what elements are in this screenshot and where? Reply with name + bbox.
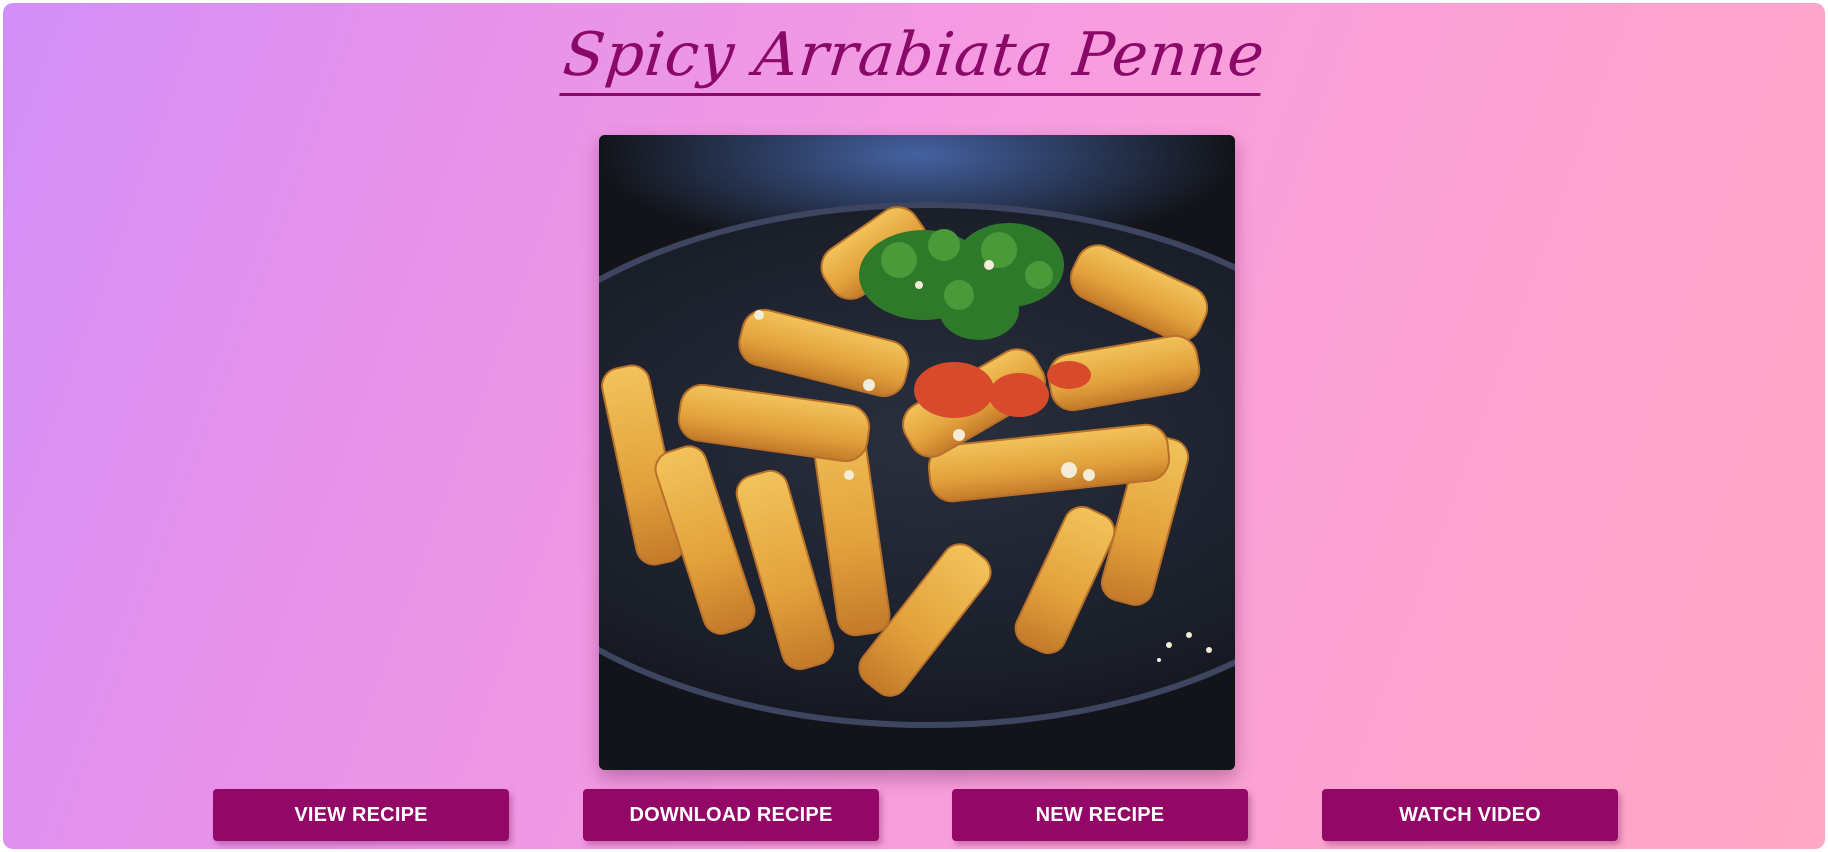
pasta-illustration — [599, 135, 1235, 770]
new-recipe-button[interactable]: NEW RECIPE — [952, 789, 1248, 841]
app-background: Spicy Arrabiata Penne VIEW RECIPE DOWNLO… — [3, 3, 1825, 849]
action-buttons: VIEW RECIPE DOWNLOAD RECIPE NEW RECIPE W… — [3, 789, 1825, 843]
recipe-title: Spicy Arrabiata Penne — [3, 20, 1825, 96]
recipe-image — [599, 135, 1235, 770]
recipe-title-text: Spicy Arrabiata Penne — [559, 20, 1269, 96]
watch-video-button[interactable]: WATCH VIDEO — [1322, 789, 1618, 841]
view-recipe-button[interactable]: VIEW RECIPE — [213, 789, 509, 841]
download-recipe-button[interactable]: DOWNLOAD RECIPE — [583, 789, 879, 841]
